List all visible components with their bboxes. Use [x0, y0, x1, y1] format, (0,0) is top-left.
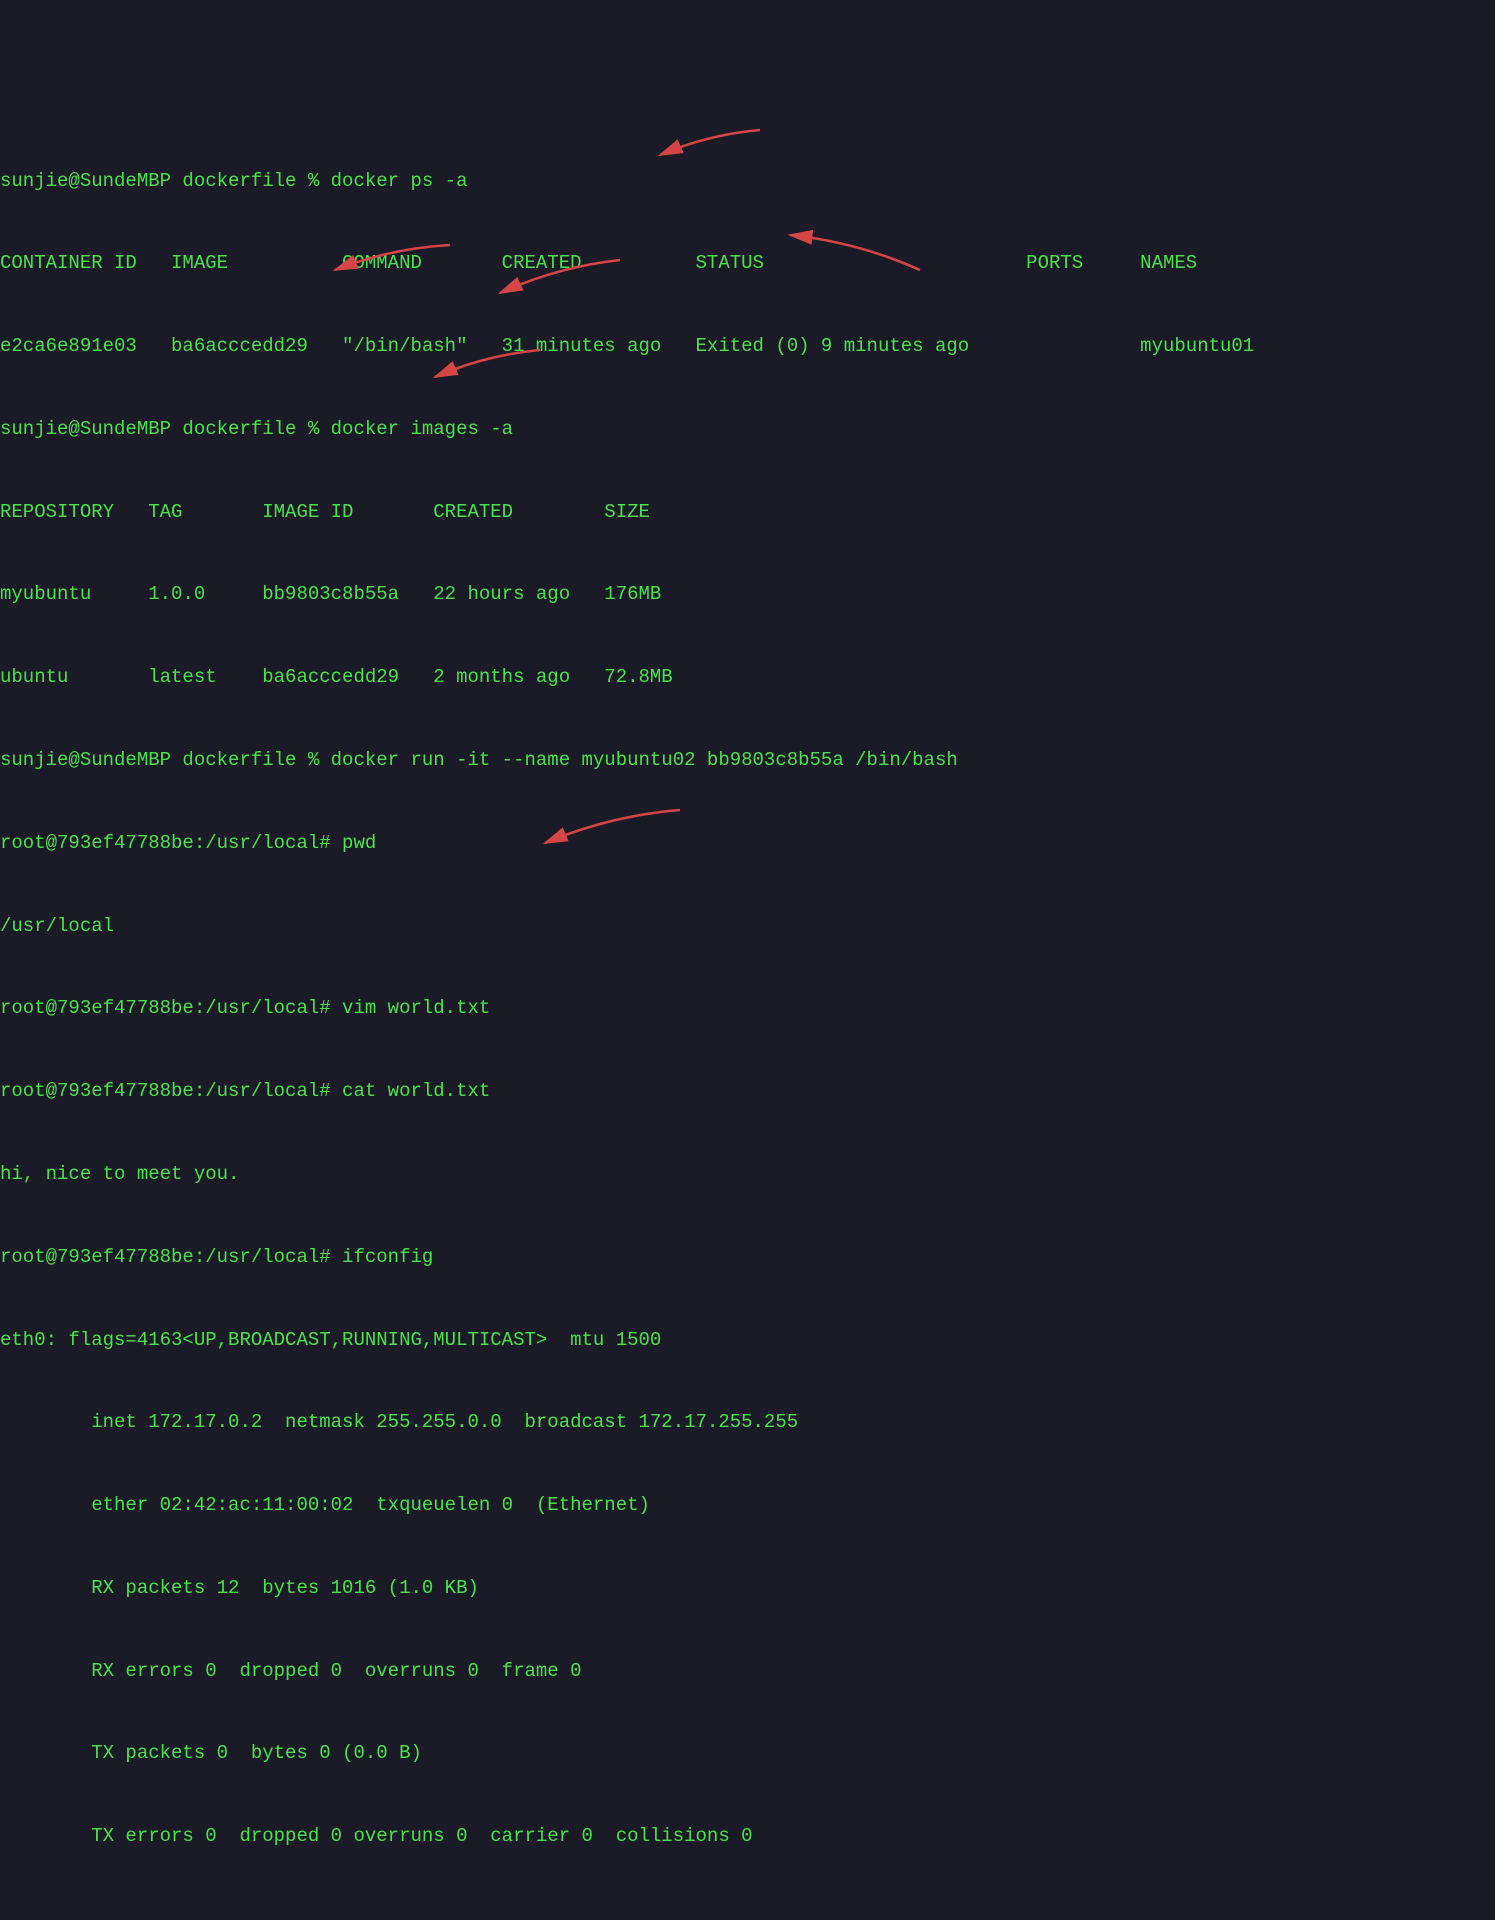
terminal-line: REPOSITORY TAG IMAGE ID CREATED SIZE	[0, 499, 1495, 527]
terminal-line: root@793ef47788be:/usr/local# cat world.…	[0, 1078, 1495, 1106]
terminal-line: /usr/local	[0, 913, 1495, 941]
terminal-line: sunjie@SundeMBP dockerfile % docker ps -…	[0, 168, 1495, 196]
terminal-line: ether 02:42:ac:11:00:02 txqueuelen 0 (Et…	[0, 1492, 1495, 1520]
terminal-line: myubuntu 1.0.0 bb9803c8b55a 22 hours ago…	[0, 581, 1495, 609]
terminal-line: CONTAINER ID IMAGE COMMAND CREATED STATU…	[0, 250, 1495, 278]
terminal-line: sunjie@SundeMBP dockerfile % docker run …	[0, 747, 1495, 775]
terminal-line: root@793ef47788be:/usr/local# vim world.…	[0, 995, 1495, 1023]
terminal-line: RX errors 0 dropped 0 overruns 0 frame 0	[0, 1658, 1495, 1686]
terminal-line: TX packets 0 bytes 0 (0.0 B)	[0, 1740, 1495, 1768]
terminal-line: e2ca6e891e03 ba6acccedd29 "/bin/bash" 31…	[0, 333, 1495, 361]
terminal-line: TX errors 0 dropped 0 overruns 0 carrier…	[0, 1823, 1495, 1851]
terminal-line: RX packets 12 bytes 1016 (1.0 KB)	[0, 1575, 1495, 1603]
terminal-line: hi, nice to meet you.	[0, 1161, 1495, 1189]
terminal-line: root@793ef47788be:/usr/local# pwd	[0, 830, 1495, 858]
terminal-line: eth0: flags=4163<UP,BROADCAST,RUNNING,MU…	[0, 1327, 1495, 1355]
terminal-line: sunjie@SundeMBP dockerfile % docker imag…	[0, 416, 1495, 444]
terminal-line: root@793ef47788be:/usr/local# ifconfig	[0, 1244, 1495, 1272]
terminal-output: sunjie@SundeMBP dockerfile % docker ps -…	[0, 110, 1495, 1920]
terminal-line: ubuntu latest ba6acccedd29 2 months ago …	[0, 664, 1495, 692]
terminal-line: inet 172.17.0.2 netmask 255.255.0.0 broa…	[0, 1409, 1495, 1437]
